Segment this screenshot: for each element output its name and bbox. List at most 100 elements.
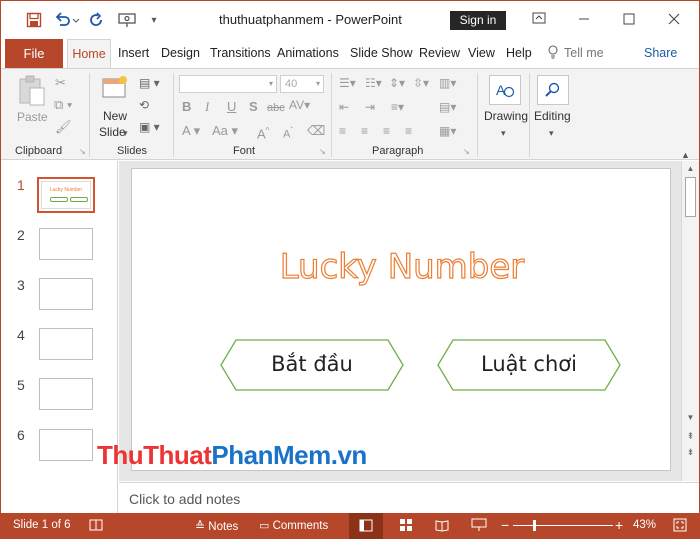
thumbnail-title: Lucky Number — [49, 187, 83, 193]
slide-number: 4 — [17, 327, 25, 343]
maximize-icon[interactable] — [618, 9, 640, 31]
new-slide-icon[interactable] — [101, 75, 129, 105]
editing-icon[interactable] — [537, 75, 569, 105]
tab-design[interactable]: Design — [161, 46, 200, 60]
columns-icon[interactable]: ▥▾ — [439, 75, 456, 91]
zoom-in-icon[interactable]: + — [615, 517, 623, 533]
tab-animations[interactable]: Animations — [277, 46, 339, 60]
layout-icon[interactable]: ▤ ▾ — [139, 75, 160, 91]
bold-icon[interactable]: B — [182, 99, 191, 115]
format-painter-icon[interactable]: 🖌 — [55, 119, 72, 135]
next-slide-icon[interactable]: ⇟ — [682, 447, 699, 458]
close-icon[interactable] — [663, 9, 685, 31]
slide-thumbnail-1[interactable]: Lucky Number — [37, 177, 95, 213]
tab-help[interactable]: Help — [506, 46, 532, 60]
section-icon[interactable]: ▣ ▾ — [139, 119, 160, 135]
paste-icon[interactable] — [17, 75, 47, 111]
slide-number: 1 — [17, 177, 25, 193]
spelling-check-icon[interactable] — [89, 518, 103, 535]
italic-icon[interactable]: I — [205, 99, 209, 115]
fit-to-window-icon[interactable] — [673, 518, 687, 535]
notes-icon: ≙ — [195, 519, 206, 533]
zoom-level[interactable]: 43% — [633, 519, 656, 531]
zoom-slider[interactable] — [513, 525, 613, 526]
text-direction-icon[interactable]: ⇳▾ — [413, 75, 429, 91]
slide-sorter-icon[interactable] — [399, 518, 413, 535]
share-button[interactable]: Share — [644, 46, 677, 60]
tab-slide-show[interactable]: Slide Show — [350, 46, 413, 60]
tell-me-search[interactable]: Tell me — [547, 45, 604, 60]
align-left-icon[interactable]: ≡ — [339, 123, 346, 139]
increase-font-icon[interactable]: A^ — [257, 123, 269, 142]
slide-thumbnail-5[interactable] — [39, 378, 93, 410]
smartart-icon[interactable]: ▦▾ — [439, 123, 456, 139]
drawing-dropdown-icon[interactable]: ▾ — [501, 125, 506, 141]
bullets-icon[interactable]: ☰▾ — [339, 75, 356, 91]
scroll-up-icon[interactable]: ▲ — [682, 164, 699, 173]
text-case-icon[interactable]: A ▾ — [182, 123, 200, 139]
copy-icon[interactable]: ⧉ ▾ — [54, 97, 72, 113]
undo-icon[interactable] — [53, 9, 81, 31]
font-launcher-icon[interactable]: ↘ — [319, 147, 326, 156]
current-slide[interactable]: Lucky Number Bắt đầu Luật chơi — [131, 168, 671, 471]
align-text-icon[interactable]: ▤▾ — [439, 99, 456, 115]
strikethrough-icon[interactable]: abc — [267, 100, 285, 116]
decrease-font-icon[interactable]: Aˇ — [283, 123, 293, 143]
tab-review[interactable]: Review — [419, 46, 460, 60]
notes-toggle[interactable]: ≙ Notes — [195, 519, 238, 533]
font-name-combo[interactable]: ▾ — [179, 75, 277, 93]
start-button[interactable]: Bắt đầu — [220, 339, 404, 391]
slide-title[interactable]: Lucky Number — [132, 246, 672, 287]
paragraph-launcher-icon[interactable]: ↘ — [463, 147, 470, 156]
clipboard-launcher-icon[interactable]: ↘ — [79, 147, 86, 156]
reading-view-icon[interactable] — [435, 518, 449, 535]
zoom-slider-thumb[interactable] — [533, 520, 536, 531]
vertical-scrollbar[interactable]: ▲ ▼ ⇞ ⇟ — [681, 161, 699, 481]
comments-toggle[interactable]: ▭ Comments — [259, 519, 328, 532]
increase-indent-icon[interactable]: ⇥ — [365, 99, 375, 115]
present-icon[interactable] — [115, 9, 139, 31]
tab-view[interactable]: View — [468, 46, 495, 60]
customize-icon[interactable]: ▾ — [147, 9, 161, 31]
slide-show-icon[interactable] — [471, 518, 487, 535]
shadow-icon[interactable]: S — [249, 99, 258, 115]
notes-pane[interactable]: Click to add notes — [119, 482, 699, 513]
scrollbar-thumb[interactable] — [685, 177, 696, 217]
list-level-icon[interactable]: ≡▾ — [391, 99, 404, 115]
font-size-combo[interactable]: 40 ▾ — [280, 75, 324, 93]
scroll-down-icon[interactable]: ▼ — [682, 413, 699, 422]
line-spacing-icon[interactable]: ⇕▾ — [389, 75, 405, 91]
rules-button[interactable]: Luật chơi — [437, 339, 621, 391]
align-right-icon[interactable]: ≡ — [383, 123, 390, 139]
tab-transitions[interactable]: Transitions — [210, 46, 271, 60]
tab-file[interactable]: File — [5, 39, 63, 68]
minimize-icon[interactable] — [573, 9, 595, 31]
reset-icon[interactable]: ⟲ — [139, 97, 149, 113]
slide-thumbnail-6[interactable] — [39, 429, 93, 461]
tab-insert[interactable]: Insert — [118, 46, 149, 60]
drawing-icon[interactable]: A — [489, 75, 521, 105]
redo-icon[interactable] — [87, 9, 107, 31]
cut-icon[interactable]: ✂ — [55, 75, 66, 91]
clear-formatting-icon[interactable]: ⌫ — [307, 123, 325, 139]
justify-icon[interactable]: ≡ — [405, 123, 412, 139]
new-slide-dropdown-icon[interactable]: ▾ — [123, 125, 128, 141]
normal-view-button[interactable] — [349, 513, 383, 539]
underline-icon[interactable]: U — [227, 99, 236, 115]
change-case-icon[interactable]: Aa ▾ — [212, 123, 238, 139]
ribbon-display-icon[interactable] — [528, 9, 550, 31]
zoom-out-icon[interactable]: − — [501, 517, 509, 533]
save-icon[interactable] — [23, 9, 45, 31]
align-center-icon[interactable]: ≡ — [361, 123, 368, 139]
sign-in-button[interactable]: Sign in — [450, 11, 506, 30]
editing-dropdown-icon[interactable]: ▾ — [549, 125, 554, 141]
tab-home[interactable]: Home — [67, 39, 111, 69]
decrease-indent-icon[interactable]: ⇤ — [339, 99, 349, 115]
previous-slide-icon[interactable]: ⇞ — [682, 431, 699, 442]
numbering-icon[interactable]: ☷▾ — [365, 75, 382, 91]
slide-thumbnail-4[interactable] — [39, 328, 93, 360]
character-spacing-icon[interactable]: AV▾ — [289, 97, 310, 113]
rules-button-label: Luật chơi — [481, 352, 577, 376]
slide-thumbnail-3[interactable] — [39, 278, 93, 310]
slide-thumbnail-2[interactable] — [39, 228, 93, 260]
